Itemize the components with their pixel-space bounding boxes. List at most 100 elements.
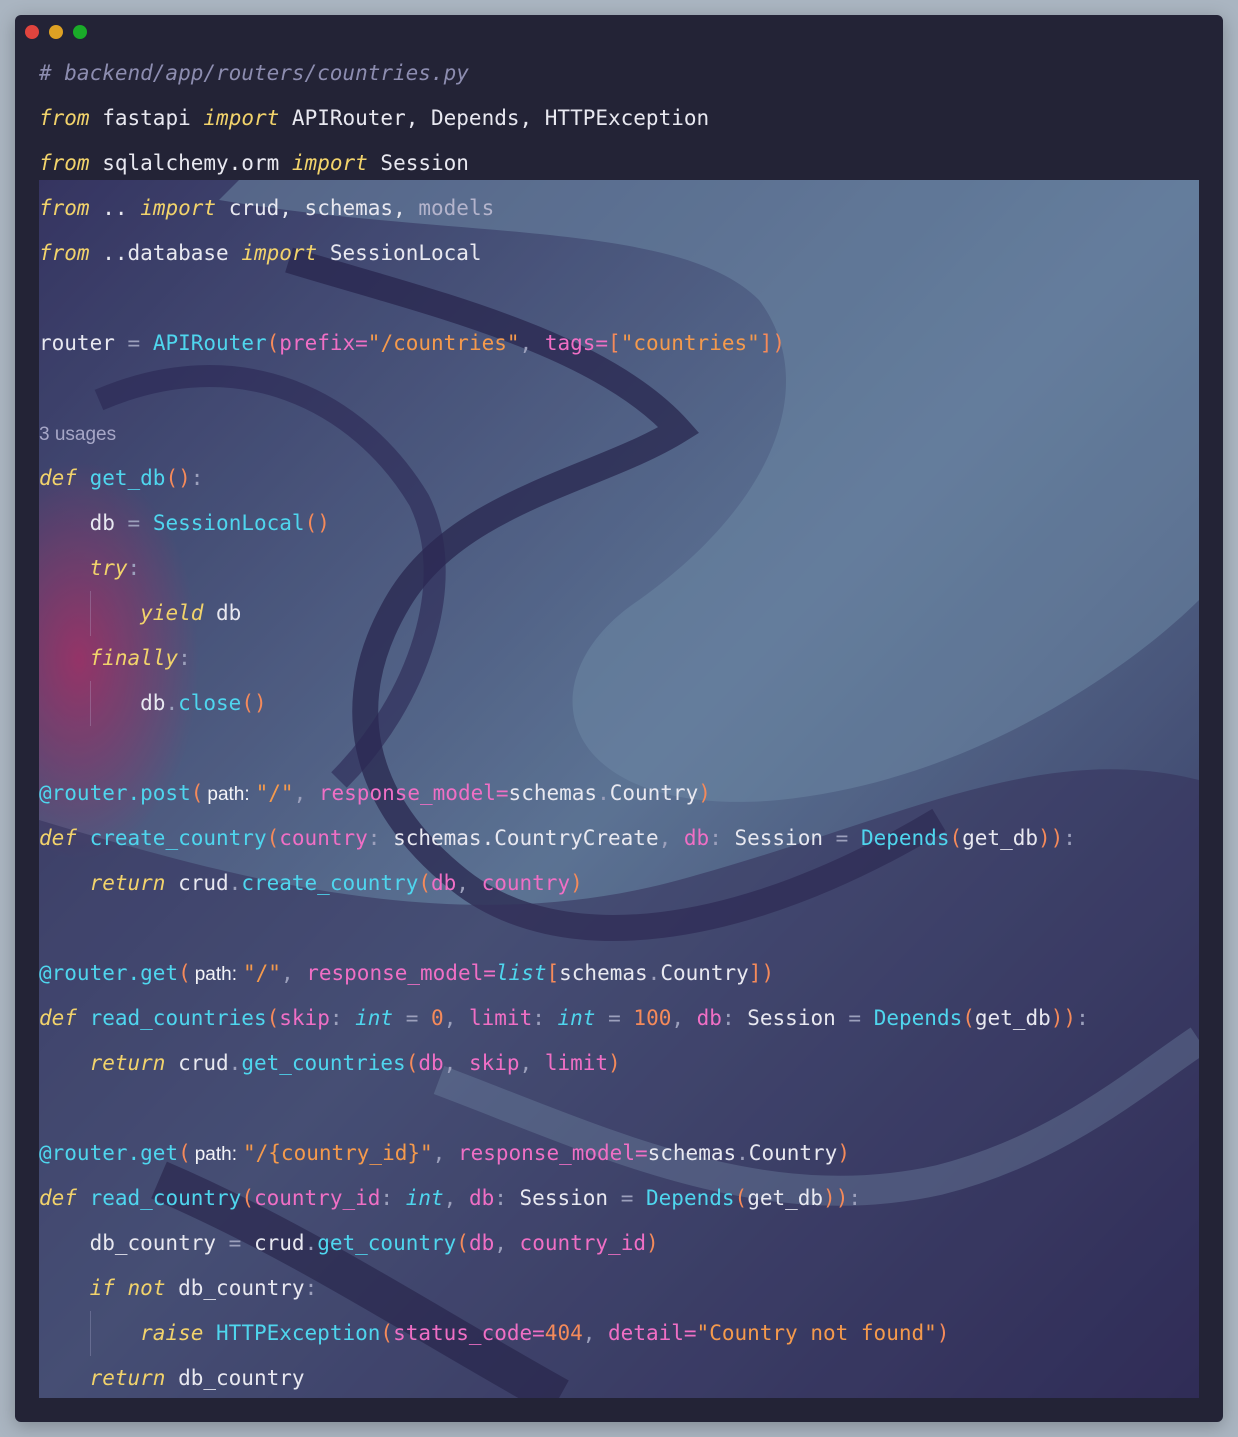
module-name: schemas [559, 961, 648, 985]
keyword: not [127, 1276, 166, 1300]
module-name: crud [253, 1231, 305, 1255]
function-call: APIRouter [152, 331, 267, 355]
keyword: import [291, 151, 368, 175]
function-call: Depends [860, 826, 950, 850]
string: "/" [255, 781, 294, 805]
code-line: 3 usages [39, 411, 1209, 456]
code-line: def get_db(): [39, 466, 204, 490]
parameter: db [683, 826, 710, 850]
function-name: read_countries [89, 1006, 267, 1030]
keyword: import [203, 106, 280, 130]
keyword: import [140, 196, 217, 220]
code-line: yield db [39, 591, 1209, 636]
param-hint: path: [194, 1144, 237, 1165]
keyword: def [39, 466, 77, 490]
indent-guide [90, 681, 91, 726]
module-name: crud [178, 871, 229, 895]
keyword: return [89, 1366, 166, 1390]
parameter: status_code [393, 1321, 533, 1345]
keyword: import [241, 241, 318, 265]
code-line: def read_countries(skip: int = 0, limit:… [39, 1006, 1089, 1030]
decorator: @router.post [39, 781, 191, 805]
minimize-button[interactable] [49, 25, 63, 39]
code-line: return db_country [39, 1356, 1209, 1401]
argument: db [431, 871, 457, 895]
code-line: db_country = crud.get_country(db, countr… [89, 1231, 659, 1255]
code-line: @router.get(path: "/", response_model=lis… [39, 961, 775, 985]
keyword: from [39, 241, 90, 265]
code-line: finally: [89, 646, 191, 670]
parameter: response_model [457, 1141, 635, 1165]
parameter: detail [608, 1321, 684, 1345]
code-line: from fastapi import APIRouter, Depends, … [39, 96, 1209, 141]
decorator: @router.get [39, 961, 179, 985]
module-name: crud [178, 1051, 229, 1075]
module-name: .. [102, 196, 128, 220]
keyword: if [89, 1276, 115, 1300]
argument: db [468, 1231, 495, 1255]
code-line: db.close() [39, 681, 1209, 726]
variable: router [39, 331, 115, 355]
imported-names: APIRouter, Depends, HTTPException [291, 106, 710, 130]
type-name: Session [734, 826, 823, 850]
maximize-button[interactable] [73, 25, 87, 39]
code-line: router = APIRouter(prefix="/countries", … [39, 331, 786, 355]
editor-window: # backend/app/routers/countries.py from … [15, 15, 1223, 1422]
type-name: int [405, 1186, 444, 1210]
imported-names: Session [380, 151, 469, 175]
string: "/{country_id}" [243, 1141, 433, 1165]
function-name: create_country [89, 826, 267, 850]
variable: db_country [89, 1231, 217, 1255]
usages-hint[interactable]: 3 usages [39, 424, 116, 445]
imported-names: crud, schemas, [228, 196, 406, 220]
code-line: if not db_country: [89, 1276, 318, 1300]
imported-names: SessionLocal [329, 241, 482, 265]
code-line: return crud.get_countries(db, skip, limi… [89, 1051, 621, 1075]
code-line: @router.get(path: "/{country_id}", respon… [39, 1141, 850, 1165]
class-name: Country [609, 781, 699, 805]
keyword: yield [140, 601, 204, 625]
argument: get_db [962, 826, 1038, 850]
type-name: Session [747, 1006, 836, 1030]
module-name: schemas [647, 1141, 737, 1165]
argument: db [418, 1051, 444, 1075]
keyword: finally [89, 646, 179, 670]
param-hint: path: [194, 964, 237, 985]
class-name: Country [660, 961, 749, 985]
close-button[interactable] [25, 25, 39, 39]
parameter: limit [469, 1006, 533, 1030]
code-line: db = SessionLocal() [89, 511, 330, 535]
parameter: response_model [318, 781, 496, 805]
keyword: from [39, 151, 90, 175]
param-hint: path: [207, 784, 250, 805]
file-path-comment: # backend/app/routers/countries.py [39, 61, 469, 85]
parameter: prefix [279, 331, 356, 355]
number: 0 [431, 1006, 444, 1030]
keyword: try [89, 556, 128, 580]
argument: get_db [747, 1186, 824, 1210]
argument: skip [468, 1051, 520, 1075]
module-name: fastapi [102, 106, 191, 130]
parameter: response_model [306, 961, 484, 985]
variable: db [140, 691, 166, 715]
function-call: Depends [646, 1186, 735, 1210]
keyword: from [39, 106, 90, 130]
string: "Country not found" [696, 1321, 937, 1345]
module-name: schemas [508, 781, 598, 805]
code-line: def create_country(country: schemas.Coun… [39, 826, 1076, 850]
module-name: sqlalchemy.orm [102, 151, 280, 175]
code-line: # backend/app/routers/countries.py [39, 51, 1209, 96]
code-editor[interactable]: # backend/app/routers/countries.py from … [39, 51, 1209, 1401]
function-call: Depends [873, 1006, 963, 1030]
argument: get_db [974, 1006, 1051, 1030]
decorator: @router.get [39, 1141, 179, 1165]
number: 100 [633, 1006, 672, 1030]
parameter: country [279, 826, 368, 850]
type-name: int [355, 1006, 394, 1030]
code-line: from .. import crud, schemas, models [39, 186, 1209, 231]
function-call: create_country [241, 871, 419, 895]
